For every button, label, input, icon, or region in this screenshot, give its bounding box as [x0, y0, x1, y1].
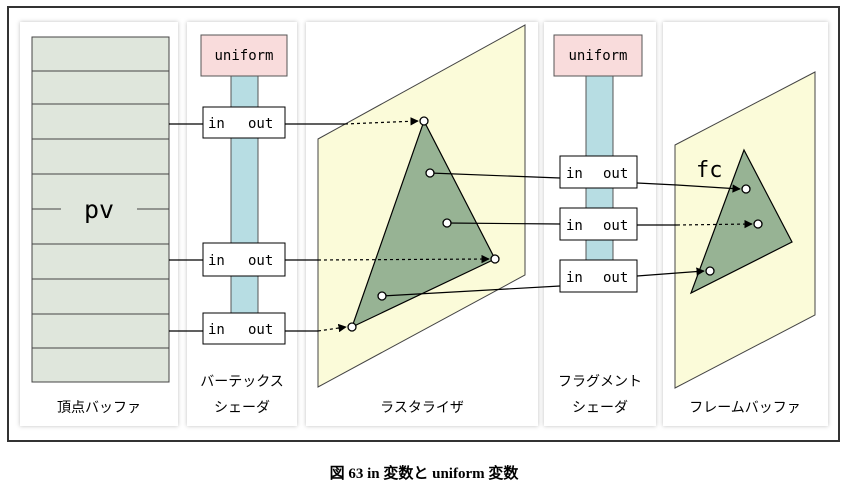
- port-in-label: in: [208, 116, 225, 132]
- port-out-label: out: [603, 166, 628, 182]
- port-in-label: in: [566, 270, 583, 286]
- pixel-point: [753, 219, 763, 229]
- port-out-label: out: [248, 253, 273, 269]
- fragment-point: [442, 218, 452, 228]
- vertex-shader-label-line-2: シェーダ: [214, 400, 270, 416]
- frame-buffer-label: フレームバッファ: [689, 400, 801, 416]
- pipeline-diagram: pv uniform in out in out in out uniform …: [7, 6, 840, 482]
- port-out-label: out: [248, 116, 273, 132]
- vertex-buffer-label: 頂点バッファ: [57, 400, 141, 416]
- port-in-label: in: [208, 253, 225, 269]
- fragment-point: [425, 168, 435, 178]
- port-out-label: out: [603, 218, 628, 234]
- vertex-shader-uniform-label: uniform: [214, 48, 273, 64]
- port-in-label: in: [566, 166, 583, 182]
- figure-caption: 図 63 in 変数と uniform 変数: [330, 464, 520, 482]
- port-in-label: in: [208, 322, 225, 338]
- port-out-label: out: [603, 270, 628, 286]
- buffer-label: pv: [84, 195, 114, 224]
- port-out-label: out: [248, 322, 273, 338]
- pixel-point: [705, 266, 715, 276]
- port-in-label: in: [566, 218, 583, 234]
- vertex-buffer: pv: [31, 36, 170, 383]
- vertex-point: [347, 322, 357, 332]
- vertex-shader-label-line-1: バーテックス: [200, 374, 284, 390]
- vertex-point: [419, 116, 429, 126]
- pixel-point: [741, 184, 751, 194]
- rasterizer-label: ラスタライザ: [380, 400, 464, 416]
- fragment-shader-uniform-label: uniform: [568, 48, 627, 64]
- fragment-shader-label-line-2: シェーダ: [572, 400, 628, 416]
- fc-label: fc: [696, 158, 723, 183]
- fragment-point: [377, 291, 387, 301]
- vertex-point: [490, 254, 500, 264]
- fragment-shader-label-line-1: フラグメント: [558, 374, 642, 390]
